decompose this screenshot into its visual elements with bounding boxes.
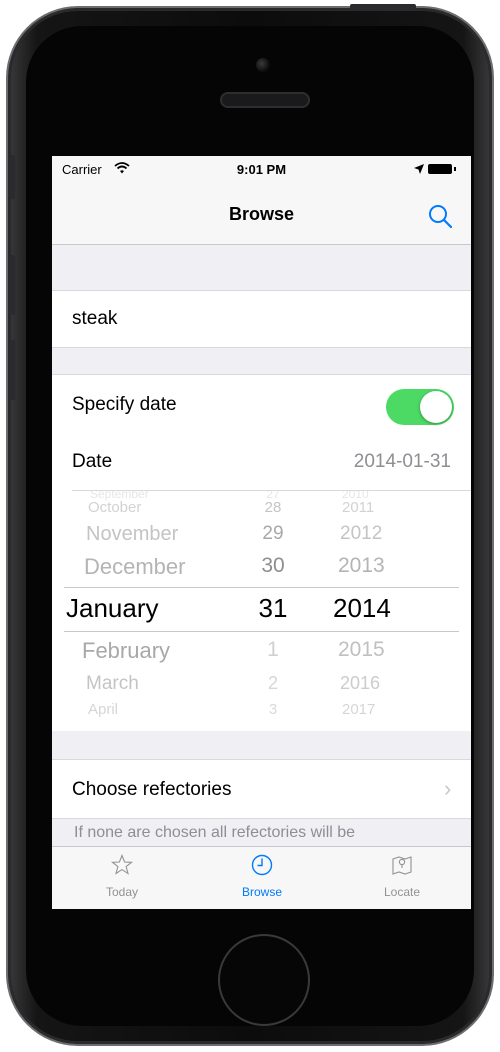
home-button[interactable]	[218, 934, 310, 1026]
date-picker[interactable]: September October November December Janu…	[52, 491, 471, 731]
picker-month-item[interactable]: March	[86, 673, 139, 695]
picker-year-item[interactable]: 2012	[340, 523, 382, 545]
front-camera	[256, 58, 270, 72]
star-icon	[111, 854, 133, 875]
picker-month-item[interactable]: November	[86, 523, 178, 546]
picker-year-item[interactable]: 2011	[342, 499, 374, 516]
tab-browse-label: Browse	[241, 885, 282, 899]
picker-year-item-selected[interactable]: 2014	[333, 593, 391, 624]
refectories-footer-note: If none are chosen all refectories will …	[74, 824, 356, 841]
tab-browse[interactable]: Browse	[192, 847, 332, 909]
picker-day-item[interactable]: 29	[256, 523, 290, 545]
tab-today[interactable]: Today	[52, 847, 192, 909]
picker-selection-line-bottom	[64, 631, 459, 632]
toggle-knob	[420, 391, 452, 423]
picker-selection-line-top	[64, 587, 459, 588]
navigation-bar: Browse	[52, 182, 471, 245]
picker-year-item[interactable]: 2016	[340, 673, 380, 694]
tab-locate[interactable]: Locate	[332, 847, 471, 909]
earpiece-speaker	[220, 92, 310, 108]
specify-date-label: Specify date	[72, 394, 177, 415]
specify-date-toggle[interactable]	[386, 389, 454, 425]
battery-icon	[428, 164, 452, 174]
tab-today-label: Today	[105, 885, 139, 899]
picker-day-item[interactable]: 2	[256, 673, 290, 694]
search-term-cell[interactable]: steak	[52, 290, 471, 348]
picker-month-item[interactable]: October	[88, 499, 141, 516]
tab-locate-label: Locate	[383, 885, 421, 899]
clock-icon	[251, 854, 273, 876]
page-title: Browse	[228, 204, 295, 224]
picker-month-item[interactable]: April	[88, 701, 118, 718]
volume-down-button	[9, 340, 15, 400]
picker-year-item[interactable]: 2017	[342, 701, 375, 718]
search-icon[interactable]	[426, 202, 454, 230]
volume-up-button	[9, 255, 15, 315]
specify-date-cell: Specify date	[52, 374, 471, 433]
date-cell[interactable]: Date 2014-01-31	[52, 432, 471, 491]
picker-day-item[interactable]: 28	[258, 499, 288, 516]
picker-year-item[interactable]: 2015	[338, 638, 385, 662]
picker-year-item[interactable]: 2013	[338, 554, 385, 578]
screen: Carrier 9:01 PM Browse steak Specify dat…	[52, 156, 471, 909]
location-arrow-icon	[414, 164, 424, 174]
power-button	[350, 4, 416, 10]
mute-switch	[9, 155, 15, 199]
status-bar: Carrier 9:01 PM	[52, 156, 471, 182]
picker-day-item[interactable]: 30	[256, 554, 290, 578]
status-time: 9:01 PM	[236, 162, 287, 177]
picker-month-item-selected[interactable]: January	[66, 593, 159, 624]
date-value: 2014-01-31	[353, 451, 451, 472]
tab-bar: Today Browse Locate	[52, 846, 471, 909]
picker-month-item[interactable]: February	[82, 638, 170, 664]
map-icon	[392, 856, 412, 875]
choose-refectories-cell[interactable]: Choose refectories ›	[52, 759, 471, 819]
date-label: Date	[72, 451, 113, 472]
picker-month-item[interactable]: December	[84, 554, 185, 580]
battery-tip	[454, 167, 456, 171]
picker-day-item[interactable]: 3	[258, 701, 288, 718]
picker-day-item[interactable]: 1	[256, 638, 290, 662]
picker-day-item-selected[interactable]: 31	[252, 593, 294, 624]
chevron-right-icon: ›	[444, 776, 452, 801]
choose-refectories-label: Choose refectories	[72, 779, 232, 800]
search-term-value: steak	[72, 308, 118, 329]
